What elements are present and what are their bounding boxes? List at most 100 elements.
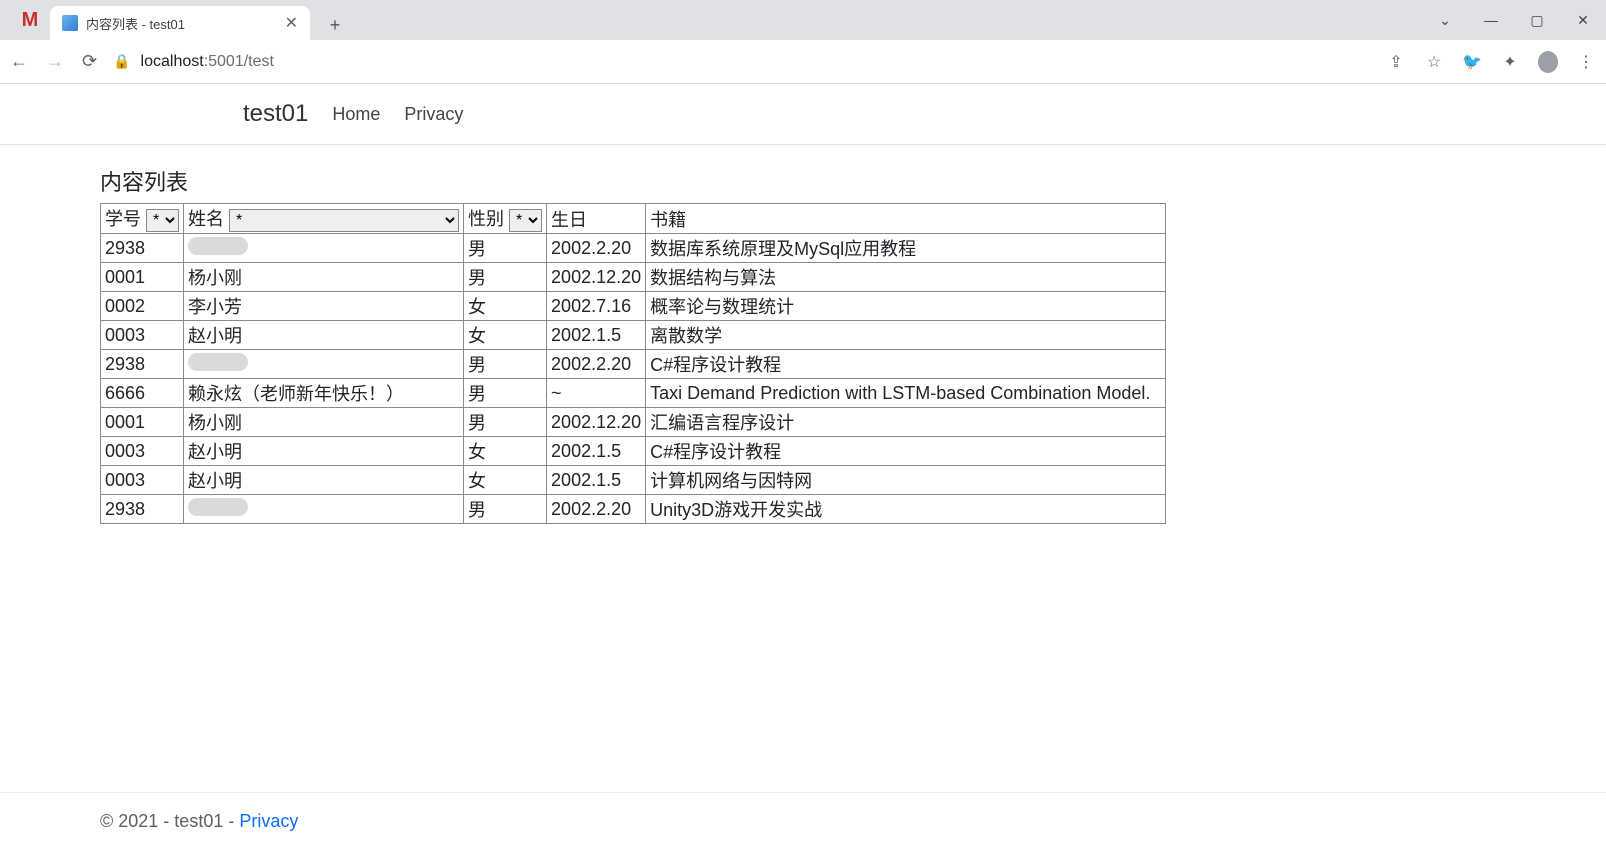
cell-id: 2938 [101, 350, 184, 379]
cell-book: 概率论与数理统计 [646, 292, 1166, 321]
cell-gender: 男 [464, 408, 547, 437]
bookmark-star-icon[interactable]: ☆ [1424, 52, 1444, 72]
close-tab-icon[interactable]: ✕ [285, 13, 298, 33]
window-controls: ⌄ — ▢ ✕ [1422, 0, 1606, 40]
redacted-name [188, 237, 248, 255]
table-row: 0003赵小明女2002.1.5离散数学 [101, 321, 1166, 350]
brand-link[interactable]: test01 [243, 100, 308, 128]
cell-book: 离散数学 [646, 321, 1166, 350]
cell-book: 数据结构与算法 [646, 263, 1166, 292]
cell-id: 2938 [101, 495, 184, 524]
table-row: 6666赖永炫（老师新年快乐！）男~Taxi Demand Prediction… [101, 379, 1166, 408]
table-row: 2938 男2002.2.20C#程序设计教程 [101, 350, 1166, 379]
window-close-icon[interactable]: ✕ [1560, 0, 1606, 40]
url-bar[interactable]: 🔒 localhost:5001/test [113, 53, 1370, 71]
forward-button: → [46, 51, 64, 72]
page: test01 Home Privacy 内容列表 学号 * 姓名 [0, 84, 1606, 524]
cell-id: 0002 [101, 292, 184, 321]
cell-book: C#程序设计教程 [646, 350, 1166, 379]
filter-name-select[interactable]: * [229, 209, 459, 232]
cell-book: 计算机网络与因特网 [646, 466, 1166, 495]
app-icon-m: M [10, 0, 50, 40]
table-row: 0003赵小明女2002.1.5计算机网络与因特网 [101, 466, 1166, 495]
col-book-label: 书籍 [646, 204, 1166, 234]
table-row: 2938 男2002.2.20数据库系统原理及MySql应用教程 [101, 234, 1166, 263]
window-minimize-icon[interactable]: — [1468, 0, 1514, 40]
cell-book: C#程序设计教程 [646, 437, 1166, 466]
cell-birthday: 2002.1.5 [547, 321, 646, 350]
col-name-label: 姓名 [188, 209, 224, 229]
redacted-name [188, 353, 248, 371]
cell-gender: 女 [464, 292, 547, 321]
cell-birthday: 2002.1.5 [547, 466, 646, 495]
cell-id: 2938 [101, 234, 184, 263]
lock-icon: 🔒 [113, 53, 130, 70]
redacted-name [188, 498, 248, 516]
cell-book: Taxi Demand Prediction with LSTM-based C… [646, 379, 1166, 408]
cell-name: 李小芳 [184, 292, 464, 321]
cell-book: Unity3D游戏开发实战 [646, 495, 1166, 524]
cell-name: 赵小明 [184, 437, 464, 466]
cell-id: 0003 [101, 321, 184, 350]
menu-kebab-icon[interactable]: ⋮ [1576, 52, 1596, 72]
back-button[interactable]: ← [10, 51, 28, 72]
cell-name [184, 350, 464, 379]
cell-gender: 男 [464, 495, 547, 524]
cell-name: 杨小刚 [184, 263, 464, 292]
cell-birthday: 2002.12.20 [547, 408, 646, 437]
table-row: 0003赵小明女2002.1.5C#程序设计教程 [101, 437, 1166, 466]
cell-id: 0003 [101, 466, 184, 495]
table-row: 0002李小芳女2002.7.16概率论与数理统计 [101, 292, 1166, 321]
filter-id-select[interactable]: * [146, 209, 179, 232]
data-table: 学号 * 姓名 * 性别 * [100, 203, 1166, 524]
url-host: localhost [141, 53, 204, 70]
cell-gender: 女 [464, 466, 547, 495]
tab-title: 内容列表 - test01 [86, 14, 185, 33]
cell-gender: 男 [464, 263, 547, 292]
cell-gender: 男 [464, 234, 547, 263]
bird-ext-icon[interactable]: 🐦 [1462, 52, 1482, 72]
share-icon[interactable]: ⇪ [1386, 52, 1406, 72]
cell-birthday: ~ [547, 379, 646, 408]
cell-gender: 女 [464, 437, 547, 466]
table-row: 0001杨小刚男2002.12.20数据结构与算法 [101, 263, 1166, 292]
nav-privacy[interactable]: Privacy [404, 104, 463, 125]
cell-gender: 男 [464, 379, 547, 408]
window-chevron-icon[interactable]: ⌄ [1422, 0, 1468, 40]
cell-birthday: 2002.2.20 [547, 350, 646, 379]
url-path: /test [244, 53, 274, 70]
table-row: 0001杨小刚男2002.12.20汇编语言程序设计 [101, 408, 1166, 437]
cell-book: 数据库系统原理及MySql应用教程 [646, 234, 1166, 263]
reload-button[interactable]: ⟳ [82, 51, 97, 72]
cell-birthday: 2002.12.20 [547, 263, 646, 292]
cell-gender: 女 [464, 321, 547, 350]
footer-privacy-link[interactable]: Privacy [239, 811, 298, 831]
cell-name: 赵小明 [184, 321, 464, 350]
table-header-row: 学号 * 姓名 * 性别 * [101, 204, 1166, 234]
tab-strip: M 内容列表 - test01 ✕ + ⌄ — ▢ ✕ [0, 0, 1606, 40]
browser-tab[interactable]: 内容列表 - test01 ✕ [50, 6, 310, 40]
footer: © 2021 - test01 - Privacy [0, 792, 1606, 862]
profile-avatar [1538, 52, 1558, 72]
col-id-label: 学号 [105, 209, 141, 229]
url-port: :5001 [204, 53, 244, 70]
table-row: 2938男2002.2.20Unity3D游戏开发实战 [101, 495, 1166, 524]
cell-id: 6666 [101, 379, 184, 408]
cell-name: 赖永炫（老师新年快乐！） [184, 379, 464, 408]
cell-name: 赵小明 [184, 466, 464, 495]
cell-id: 0001 [101, 263, 184, 292]
extensions-puzzle-icon[interactable]: ✦ [1500, 52, 1520, 72]
cell-gender: 男 [464, 350, 547, 379]
favicon-icon [62, 15, 78, 31]
new-tab-button[interactable]: + [320, 10, 350, 40]
window-maximize-icon[interactable]: ▢ [1514, 0, 1560, 40]
cell-birthday: 2002.1.5 [547, 437, 646, 466]
address-bar: ← → ⟳ 🔒 localhost:5001/test ⇪ ☆ 🐦 ✦ ⋮ [0, 40, 1606, 84]
extension-icons: ⇪ ☆ 🐦 ✦ ⋮ [1386, 52, 1596, 72]
col-gender-label: 性别 [468, 209, 504, 229]
cell-birthday: 2002.2.20 [547, 234, 646, 263]
footer-copyright: © 2021 - test01 - [100, 811, 239, 831]
filter-gender-select[interactable]: * [509, 209, 542, 232]
cell-name [184, 234, 464, 263]
nav-home[interactable]: Home [332, 104, 380, 125]
